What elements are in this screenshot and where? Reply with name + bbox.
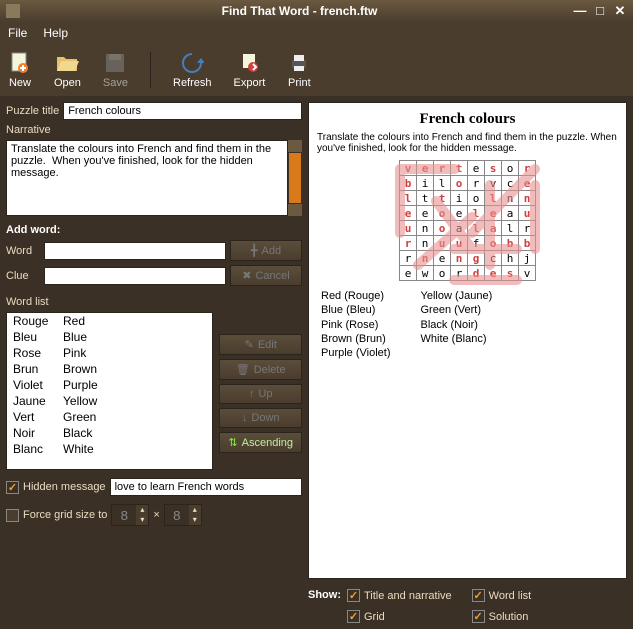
maximize-button[interactable]: □ [593,4,607,18]
new-button[interactable]: New [8,51,32,89]
clue-input[interactable] [44,267,226,285]
open-button[interactable]: Open [54,51,81,89]
table-row[interactable]: RosePink [7,345,212,361]
word-list[interactable]: RougeRedBleuBlueRosePinkBrunBrownVioletP… [6,312,213,470]
add-word-heading: Add word: [6,224,302,236]
minimize-button[interactable]: — [573,4,587,18]
table-row[interactable]: VioletPurple [7,377,212,393]
cancel-button[interactable]: ✖Cancel [230,265,302,286]
preview-narrative: Translate the colours into French and fi… [317,132,618,154]
table-row[interactable]: BrunBrown [7,361,212,377]
table-row[interactable]: BlancWhite [7,441,212,457]
preview-pane: French colours Translate the colours int… [308,102,627,579]
hidden-message-label: Hidden message [23,481,106,493]
window-title: Find That Word - french.ftw [26,4,573,18]
force-grid-label: Force grid size to [23,509,107,521]
close-button[interactable]: ✕ [613,4,627,18]
puzzle-title-input[interactable] [63,102,302,120]
grid-width-spinner[interactable]: ▴▾ [111,504,149,526]
print-button[interactable]: Print [287,51,311,89]
export-button[interactable]: Export [234,51,266,89]
narrative-input[interactable] [6,140,288,216]
down-button[interactable]: ↓Down [219,408,302,428]
show-grid-checkbox[interactable] [347,610,360,623]
title-bar: Find That Word - french.ftw — □ ✕ [0,0,633,22]
table-row[interactable]: JauneYellow [7,393,212,409]
menu-file[interactable]: File [8,26,27,40]
table-row[interactable]: VertGreen [7,409,212,425]
menu-help[interactable]: Help [43,26,68,40]
add-button[interactable]: ╋Add [230,240,302,261]
preview-grid: vertesorbilorvcelttiolnneeoeleauunoalalr… [399,160,536,281]
puzzle-title-label: Puzzle title [6,105,59,117]
force-grid-checkbox[interactable] [6,509,19,522]
word-input[interactable] [44,242,226,260]
show-title-checkbox[interactable] [347,589,360,602]
show-solution-checkbox[interactable] [472,610,485,623]
up-button[interactable]: ↑Up [219,384,302,404]
refresh-button[interactable]: Refresh [173,51,212,89]
table-row[interactable]: BleuBlue [7,329,212,345]
menu-bar: File Help [0,22,633,44]
app-icon [6,4,20,18]
word-label: Word [6,245,40,257]
toolbar: New Open Save Refresh Export Print [0,44,633,96]
show-label: Show: [308,589,341,601]
word-list-label: Word list [6,296,302,308]
hidden-message-input[interactable] [110,478,302,496]
clue-label: Clue [6,270,40,282]
delete-button[interactable]: 🗑Delete [219,359,302,380]
save-button[interactable]: Save [103,51,128,89]
table-row[interactable]: NoirBlack [7,425,212,441]
preview-title: French colours [317,111,618,128]
show-wordlist-checkbox[interactable] [472,589,485,602]
narrative-scrollbar[interactable] [288,140,302,216]
hidden-message-checkbox[interactable] [6,481,19,494]
grid-height-spinner[interactable]: ▴▾ [164,504,202,526]
edit-button[interactable]: ✎Edit [219,334,302,355]
table-row[interactable]: RougeRed [7,313,212,329]
ascending-button[interactable]: ⇅Ascending [219,432,302,453]
narrative-label: Narrative [6,124,302,136]
